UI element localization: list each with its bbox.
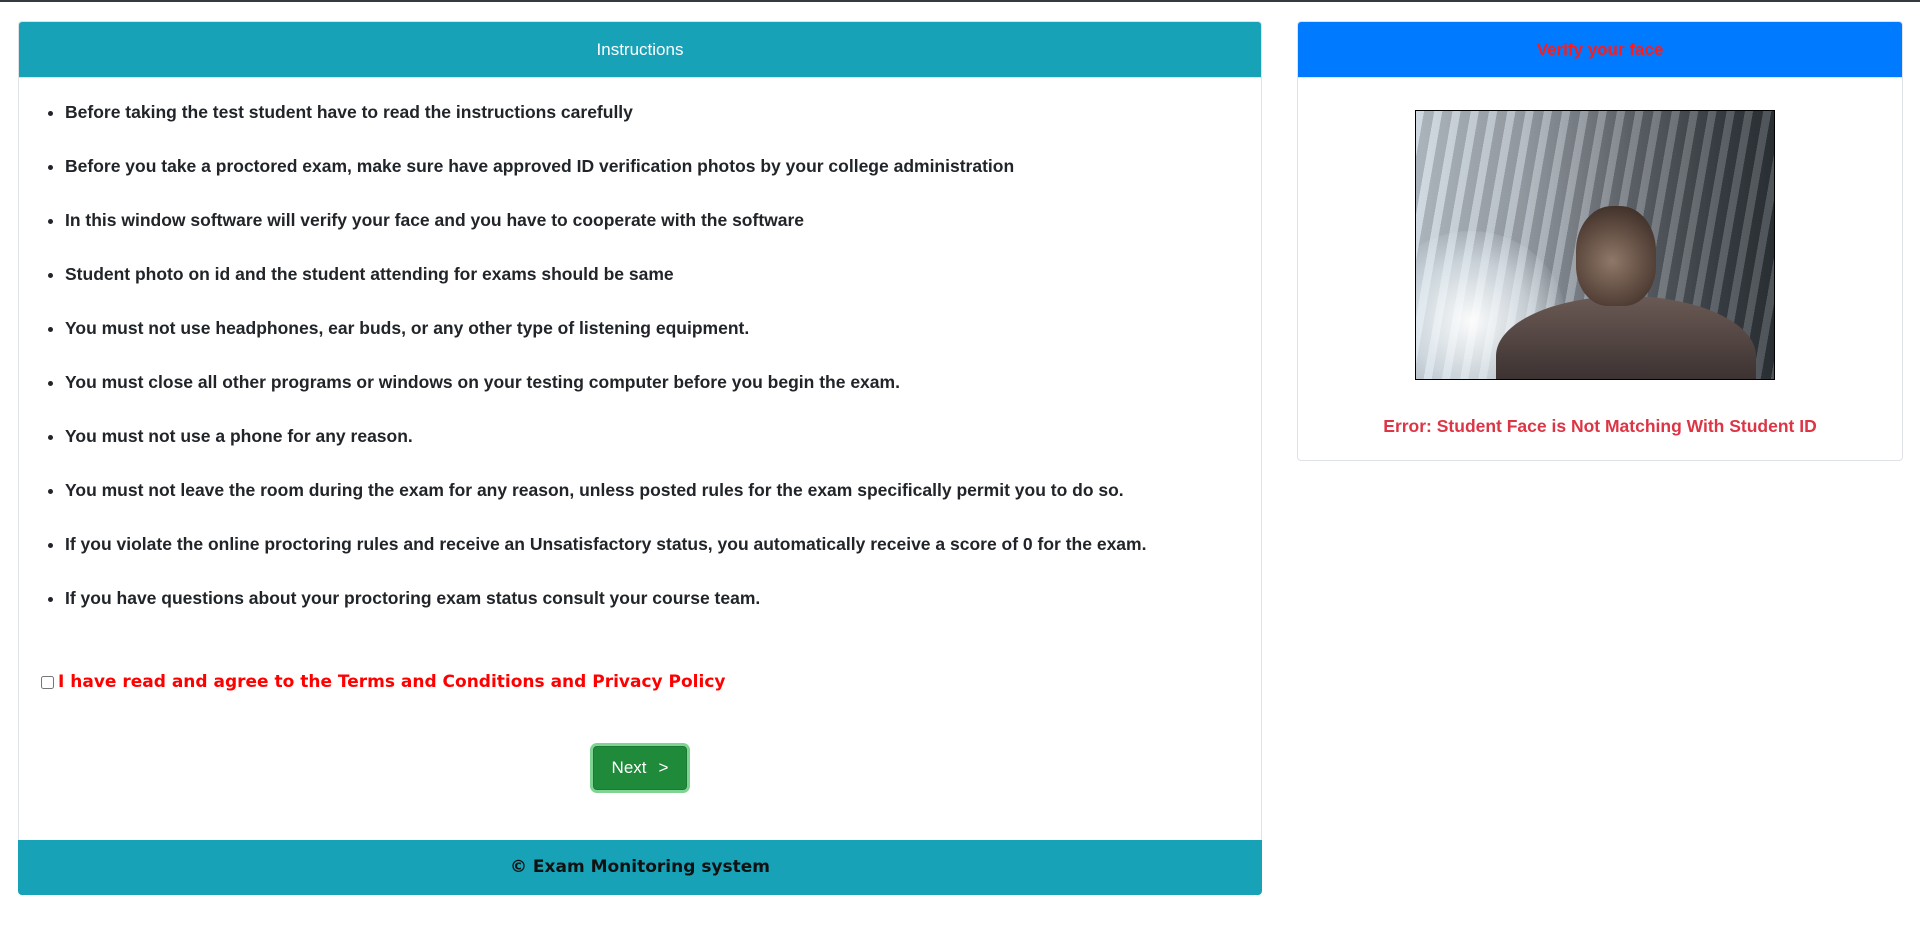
instructions-list: Before taking the test student have to r…	[19, 102, 1261, 642]
agree-label[interactable]: I have read and agree to the Terms and C…	[58, 672, 726, 692]
verify-face-header: Verify your face	[1298, 22, 1902, 78]
instruction-item: You must not use a phone for any reason.	[65, 426, 1261, 480]
instructions-header: Instructions	[19, 22, 1261, 78]
instruction-item: Before you take a proctored exam, make s…	[65, 156, 1261, 210]
instruction-item: Student photo on id and the student atte…	[65, 264, 1261, 318]
instruction-item: If you violate the online proctoring rul…	[65, 534, 1261, 588]
instruction-item: If you have questions about your proctor…	[65, 588, 1261, 642]
instruction-item: You must not use headphones, ear buds, o…	[65, 318, 1261, 372]
top-border	[0, 0, 1920, 2]
agree-row: I have read and agree to the Terms and C…	[41, 672, 726, 692]
agree-checkbox[interactable]	[41, 675, 54, 689]
instructions-card: Instructions Before taking the test stud…	[18, 21, 1262, 895]
next-button-label: Next	[611, 758, 647, 777]
face-match-error: Error: Student Face is Not Matching With…	[1383, 416, 1817, 436]
instruction-item: You must not leave the room during the e…	[65, 480, 1261, 534]
instructions-list-container: Before taking the test student have to r…	[19, 102, 1261, 642]
instruction-item: Before taking the test student have to r…	[65, 102, 1261, 156]
verify-face-card: Verify your face Error: Student Face is …	[1297, 21, 1903, 461]
next-button-container: Next >	[19, 746, 1261, 790]
instruction-item: You must close all other programs or win…	[65, 372, 1261, 426]
chevron-right-icon: >	[658, 758, 669, 777]
webcam-person-face	[1576, 206, 1656, 306]
instructions-footer: © Exam Monitoring system	[18, 840, 1262, 895]
instruction-item: In this window software will verify your…	[65, 210, 1261, 264]
webcam-feed	[1415, 110, 1775, 380]
next-button[interactable]: Next >	[592, 746, 688, 790]
